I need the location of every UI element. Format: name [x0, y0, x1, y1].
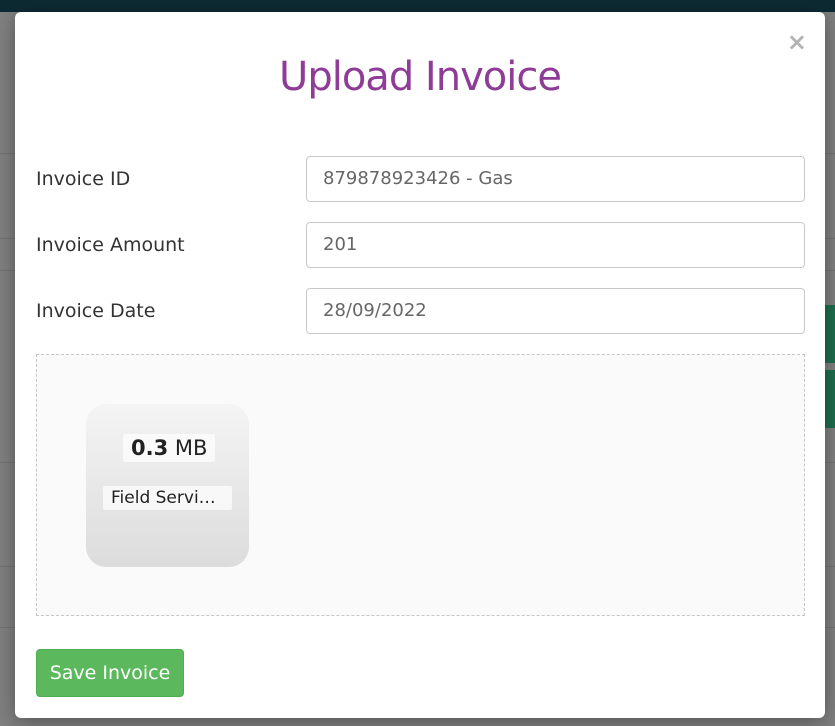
invoice-id-row: Invoice ID 879878923426 - Gas	[36, 156, 805, 202]
save-invoice-button[interactable]: Save Invoice	[36, 649, 184, 697]
invoice-amount-label: Invoice Amount	[36, 234, 185, 256]
invoice-date-row: Invoice Date 28/09/2022	[36, 288, 805, 334]
file-name: Field Service...	[103, 486, 232, 510]
invoice-id-field[interactable]: 879878923426 - Gas	[306, 156, 805, 202]
invoice-amount-row: Invoice Amount 201	[36, 222, 805, 268]
invoice-amount-field[interactable]: 201	[306, 222, 805, 268]
invoice-id-label: Invoice ID	[36, 168, 131, 190]
modal-title: Upload Invoice	[279, 54, 562, 100]
file-size-unit: MB	[174, 436, 208, 460]
upload-invoice-modal: × Upload Invoice Invoice ID 879878923426…	[15, 12, 825, 718]
invoice-date-field[interactable]: 28/09/2022	[306, 288, 805, 334]
background-green-block	[825, 370, 835, 428]
background-green-block	[825, 305, 835, 363]
file-preview[interactable]: 0.3 MB Field Service...	[86, 404, 249, 567]
close-icon[interactable]: ×	[787, 30, 807, 54]
background-topbar	[0, 0, 835, 12]
file-size: 0.3 MB	[123, 434, 216, 462]
invoice-date-label: Invoice Date	[36, 300, 156, 322]
file-size-value: 0.3	[131, 436, 169, 460]
file-dropzone[interactable]: 0.3 MB Field Service...	[36, 354, 805, 616]
